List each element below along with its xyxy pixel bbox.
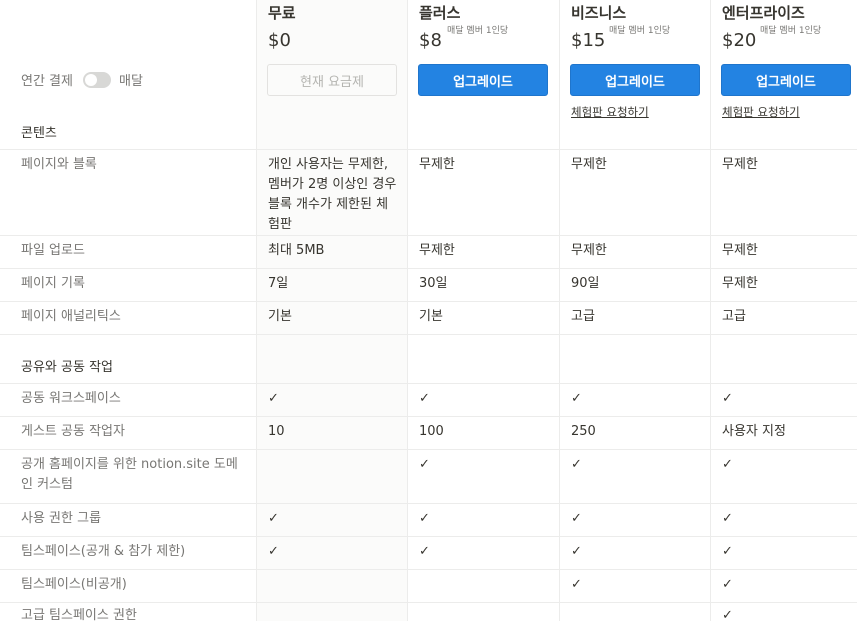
feature-value: 7일: [268, 276, 289, 291]
check-mark: ✓: [571, 511, 582, 526]
feature-value: 무제한: [722, 243, 758, 258]
check-mark: ✓: [722, 457, 733, 472]
price-note: 매달 멤버 1인당: [447, 26, 509, 36]
plan-name: 엔터프라이즈: [722, 4, 805, 22]
feature-value: 무제한: [419, 243, 455, 258]
upgrade-button[interactable]: 업그레이드: [418, 64, 548, 96]
current-plan-button[interactable]: 현재 요금제: [267, 64, 397, 96]
plan-name: 비즈니스: [571, 4, 627, 22]
plan-price: $8: [419, 30, 442, 51]
feature-label: 페이지 기록: [21, 276, 85, 291]
check-mark: ✓: [419, 457, 430, 472]
upgrade-button[interactable]: 업그레이드: [721, 64, 851, 96]
check-mark: ✓: [722, 391, 733, 406]
check-mark: ✓: [419, 391, 430, 406]
check-mark: ✓: [419, 544, 430, 559]
row-divider: [0, 235, 857, 236]
plan-name: 플러스: [419, 4, 461, 22]
feature-label: 고급 팀스페이스 권한: [21, 608, 137, 623]
check-mark: ✓: [722, 608, 733, 623]
feature-value: 무제한: [722, 157, 758, 172]
plan-header-enterprise: 엔터프라이즈 $20 매달 멤버 1인당 업그레이드 체험판 요청하기: [710, 0, 857, 130]
plan-price: $20: [722, 30, 757, 51]
feature-value: 최대 5MB: [268, 243, 325, 258]
billing-toggle-group: 연간 결제 매달: [21, 70, 143, 89]
toggle-knob: [84, 73, 97, 86]
feature-value: 무제한: [571, 243, 607, 258]
row-divider: [0, 536, 857, 537]
row-divider: [0, 149, 857, 150]
annual-billing-label: 연간 결제: [21, 74, 73, 89]
row-divider: [0, 416, 857, 417]
row-divider: [0, 449, 857, 450]
check-mark: ✓: [722, 511, 733, 526]
feature-label: 게스트 공동 작업자: [21, 424, 125, 439]
row-divider: [0, 334, 857, 335]
row-divider: [0, 268, 857, 269]
feature-label: 페이지와 블록: [21, 157, 97, 172]
feature-value: 10: [268, 424, 285, 439]
check-mark: ✓: [268, 544, 279, 559]
feature-value: 30일: [419, 276, 448, 291]
feature-label: 페이지 애널리틱스: [21, 309, 121, 324]
feature-value: 무제한: [722, 276, 758, 291]
request-trial-link[interactable]: 체험판 요청하기: [571, 104, 649, 120]
row-divider: [0, 301, 857, 302]
row-divider: [0, 383, 857, 384]
check-mark: ✓: [268, 391, 279, 406]
feature-value: 고급: [722, 309, 746, 324]
request-trial-link[interactable]: 체험판 요청하기: [722, 104, 800, 120]
check-mark: ✓: [571, 457, 582, 472]
billing-toggle[interactable]: [82, 71, 111, 88]
check-mark: ✓: [571, 544, 582, 559]
plan-header-plus: 플러스 $8 매달 멤버 1인당 업그레이드: [407, 0, 559, 130]
plan-header-business: 비즈니스 $15 매달 멤버 1인당 업그레이드 체험판 요청하기: [559, 0, 710, 130]
feature-value: 기본: [268, 309, 292, 324]
feature-value: 개인 사용자는 무제한, 멤버가 2명 이상인 경우 블록 개수가 제한된 체험…: [268, 157, 397, 232]
price-note: 매달 멤버 1인당: [609, 26, 671, 36]
plan-price: $0: [268, 30, 291, 51]
plan-header-free: 무료 $0 현재 요금제: [256, 0, 407, 130]
feature-value: 90일: [571, 276, 600, 291]
feature-value: 사용자 지정: [722, 424, 786, 439]
check-mark: ✓: [722, 544, 733, 559]
row-divider: [0, 569, 857, 570]
feature-label: 공동 워크스페이스: [21, 391, 121, 406]
plan-name: 무료: [268, 4, 296, 22]
plan-price: $15: [571, 30, 606, 51]
feature-value: 기본: [419, 309, 443, 324]
feature-label: 사용 권한 그룹: [21, 511, 102, 526]
feature-label: 파일 업로드: [21, 243, 85, 258]
section-title-content: 콘텐츠: [21, 126, 57, 141]
price-note: 매달 멤버 1인당: [760, 26, 822, 36]
row-divider: [0, 602, 857, 603]
feature-value: 250: [571, 424, 596, 439]
check-mark: ✓: [571, 391, 582, 406]
feature-value: 고급: [571, 309, 595, 324]
section-title-sharing: 공유와 공동 작업: [21, 360, 113, 375]
check-mark: ✓: [722, 577, 733, 592]
feature-value: 무제한: [571, 157, 607, 172]
row-divider: [0, 503, 857, 504]
feature-value: 무제한: [419, 157, 455, 172]
check-mark: ✓: [571, 577, 582, 592]
feature-value: 100: [419, 424, 444, 439]
check-mark: ✓: [268, 511, 279, 526]
feature-label: 팀스페이스(비공개): [21, 577, 127, 592]
check-mark: ✓: [419, 511, 430, 526]
feature-label: 팀스페이스(공개 & 참가 제한): [21, 544, 186, 559]
monthly-billing-label: 매달: [118, 74, 143, 89]
upgrade-button[interactable]: 업그레이드: [570, 64, 700, 96]
feature-label: 공개 홈페이지를 위한 notion.site 도메인 커스텀: [21, 457, 238, 492]
